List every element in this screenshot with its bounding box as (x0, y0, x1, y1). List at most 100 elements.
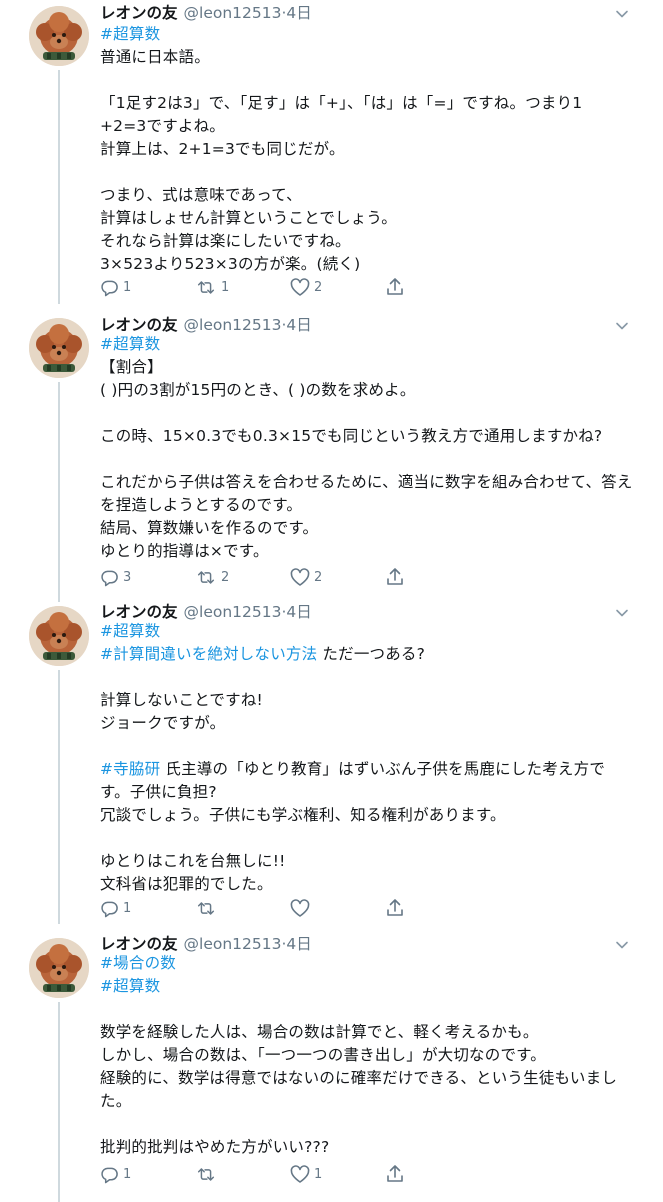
text-line: それなら計算は楽にしたいですね。 (100, 230, 640, 253)
reply-icon (100, 568, 123, 587)
text-segment: 計算はしょせん計算ということでしょう。 (100, 209, 397, 227)
reply-button[interactable]: 1 (100, 1164, 131, 1184)
reply-count: 1 (123, 279, 132, 295)
text-segment: それなら計算は楽にしたいですね。 (100, 232, 351, 250)
chevron-down-icon[interactable] (615, 318, 629, 332)
user-handle[interactable]: @leon12513 (184, 316, 282, 334)
hashtag-link[interactable]: #超算数 (100, 335, 160, 353)
text-segment: 「1足す2は3」で、「足す」は「+」、「は」は「=」ですね。つまり1 (100, 94, 583, 112)
retweet-count: 2 (221, 569, 230, 585)
display-name[interactable]: レオンの友 (100, 603, 178, 621)
tweet-header: レオンの友 @leon12513·4日 (100, 1, 312, 25)
text-segment: 文科省は犯罪的でした。 (100, 875, 273, 893)
hashtag-link[interactable]: #超算数 (100, 25, 160, 43)
thread-connector-line (58, 1002, 60, 1202)
hashtag-link[interactable]: #超算数 (100, 977, 160, 995)
reply-button[interactable]: 1 (100, 277, 131, 297)
reply-button[interactable]: 1 (100, 898, 131, 918)
timestamp[interactable]: 4日 (286, 603, 311, 621)
display-name[interactable]: レオンの友 (100, 4, 178, 22)
text-line: 文科省は犯罪的でした。 (100, 873, 640, 896)
text-segment: た。 (100, 1092, 132, 1110)
retweet-button[interactable]: 1 (195, 277, 229, 297)
like-button[interactable]: 1 (290, 1164, 322, 1184)
avatar[interactable] (29, 6, 89, 66)
text-segment: しかし、場合の数は、「一つ一つの書き出し」が大切なのです。 (100, 1046, 547, 1064)
text-line: ( )円の3割が15円のとき、( )の数を求めよ。 (100, 379, 640, 402)
share-icon (386, 567, 408, 587)
tweet-text: #超算数 【割合】 ( )円の3割が15円のとき、( )の数を求めよ。 この時、15×… (100, 333, 640, 563)
text-line: ゆとりはこれを台無しに!! (100, 850, 640, 873)
text-line: #寺脇研 氏主導の「ゆとり教育」はずいぶん子供を馬鹿にした考え方で (100, 758, 640, 781)
chevron-down-icon[interactable] (615, 937, 629, 951)
text-line: #超算数 (100, 23, 640, 46)
text-segment: 計算しないことですね! (100, 691, 263, 709)
avatar[interactable] (29, 606, 89, 666)
text-line: これだから子供は答えを合わせるために、適当に数字を組み合わせて、答え (100, 471, 640, 494)
avatar[interactable] (29, 318, 89, 378)
text-line: 計算上は、2+1=3でも同じだが。 (100, 138, 640, 161)
text-line: を捏造しようとするのです。 (100, 494, 640, 517)
like-count: 1 (314, 1166, 323, 1182)
text-line: ジョークですが。 (100, 712, 640, 735)
tweet-text: #超算数普通に日本語。「1足す2は3」で、「足す」は「+」、「は」は「=」ですね… (100, 23, 640, 276)
like-button[interactable] (290, 898, 314, 918)
reply-count: 1 (123, 1166, 132, 1182)
avatar[interactable] (29, 938, 89, 998)
hashtag-link[interactable]: #超算数 (100, 622, 160, 640)
text-segment: 【割合】 (100, 358, 163, 376)
text-line: 経験的に、数学は得意ではないのに確率だけできる、という生徒もいまし (100, 1067, 640, 1090)
text-segment: 批判的批判はやめた方がいい??? (100, 1138, 330, 1156)
text-segment: 結局、算数嫌いを作るのです。 (100, 519, 319, 537)
share-button[interactable] (386, 898, 408, 918)
text-segment: 経験的に、数学は得意ではないのに確率だけできる、という生徒もいまし (100, 1069, 618, 1087)
reply-button[interactable]: 3 (100, 567, 131, 587)
hashtag-link[interactable]: #場合の数 (100, 954, 176, 972)
share-button[interactable] (386, 567, 408, 587)
like-button[interactable]: 2 (290, 277, 322, 297)
share-icon (386, 1164, 408, 1184)
display-name[interactable]: レオンの友 (100, 316, 178, 334)
retweet-button[interactable] (195, 1164, 221, 1184)
text-line: 冗談でしょう。子供にも学ぶ権利、知る権利があります。 (100, 804, 640, 827)
text-line: 【割合】 (100, 356, 640, 379)
thread-connector-line (58, 382, 60, 602)
like-count: 2 (314, 279, 323, 295)
tweet-actions: 11 (100, 1164, 420, 1184)
text-line: #計算間違いを絶対しない方法 ただ一つある? (100, 643, 640, 666)
like-button[interactable]: 2 (290, 567, 322, 587)
retweet-button[interactable] (195, 898, 221, 918)
text-segment: ( )円の3割が15円のとき、( )の数を求めよ。 (100, 381, 416, 399)
retweet-button[interactable]: 2 (195, 567, 229, 587)
text-line: た。 (100, 1090, 640, 1113)
user-handle[interactable]: @leon12513 (184, 603, 282, 621)
timestamp[interactable]: 4日 (286, 4, 311, 22)
share-button[interactable] (386, 277, 408, 297)
timestamp[interactable]: 4日 (286, 316, 311, 334)
user-handle[interactable]: @leon12513 (184, 935, 282, 953)
chevron-down-icon[interactable] (615, 6, 629, 20)
share-icon (386, 277, 408, 297)
chevron-down-icon[interactable] (615, 605, 629, 619)
display-name[interactable]: レオンの友 (100, 935, 178, 953)
hashtag-link[interactable]: #計算間違いを絶対しない方法 (100, 645, 317, 663)
text-line: つまり、式は意味であって、 (100, 184, 640, 207)
hashtag-link[interactable]: #寺脇研 (100, 760, 160, 778)
reply-count: 1 (123, 900, 132, 916)
timestamp[interactable]: 4日 (286, 935, 311, 953)
share-icon (386, 898, 408, 918)
user-handle[interactable]: @leon12513 (184, 4, 282, 22)
share-button[interactable] (386, 1164, 408, 1184)
text-line: 計算しないことですね! (100, 689, 640, 712)
text-segment: ゆとり的指導は×です。 (100, 542, 269, 560)
text-line: 普通に日本語。 (100, 46, 640, 69)
reply-icon (100, 1165, 123, 1184)
text-line: す。子供に負担? (100, 781, 640, 804)
tweet-actions: 1 (100, 898, 420, 918)
text-line: 数学を経験した人は、場合の数は計算でと、軽く考えるかも。 (100, 1021, 640, 1044)
